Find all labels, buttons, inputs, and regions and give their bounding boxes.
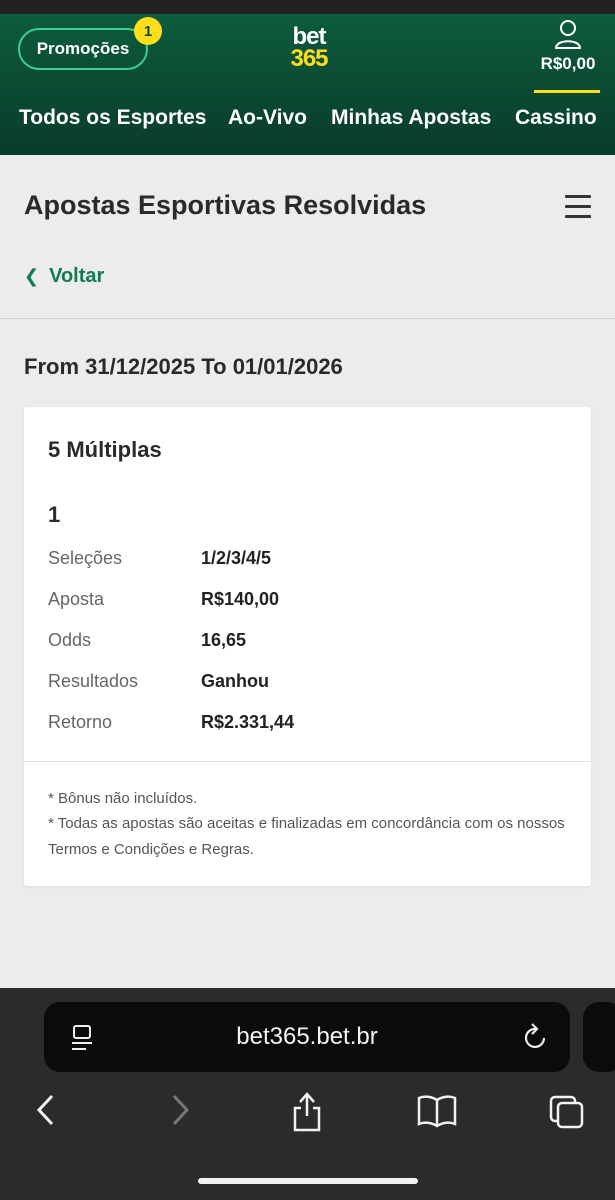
bookmarks-icon[interactable] [416, 1090, 458, 1130]
nav-item-cassino[interactable]: Cassino [515, 106, 597, 130]
home-indicator [198, 1178, 418, 1184]
bet-row-retorno: Retorno R$2.331,44 [48, 712, 568, 736]
page-title: Apostas Esportivas Resolvidas [24, 190, 427, 220]
terms-note: * Todas as apostas são aceitas e finaliz… [48, 815, 565, 858]
chevron-left-icon: ❮ [24, 266, 40, 286]
nav-item-minhas-apostas[interactable]: Minhas Apostas [331, 106, 491, 130]
bonus-note: * Bônus não incluídos. [48, 790, 198, 807]
back-link[interactable]: ❮ Voltar [24, 265, 104, 288]
url-text: bet365.bet.br [236, 1023, 378, 1050]
back-arrow-icon[interactable] [34, 1090, 58, 1130]
bet-row-aposta: Aposta R$140,00 [48, 589, 568, 613]
row-value: R$2.331,44 [201, 712, 295, 732]
nav-item-ao-vivo[interactable]: Ao-Vivo [228, 106, 307, 130]
share-icon[interactable] [290, 1090, 324, 1134]
row-label: Retorno [48, 712, 113, 732]
row-value: 16,65 [201, 630, 247, 650]
account-button[interactable]: R$0,00 [530, 18, 606, 74]
bet-row-resultados: Resultados Ganhou [48, 671, 568, 695]
tabs-icon[interactable] [548, 1090, 586, 1130]
reload-icon[interactable] [522, 1022, 550, 1052]
account-balance: R$0,00 [540, 54, 596, 73]
promotions-button[interactable]: Promoções [18, 28, 148, 70]
row-value: 1/2/3/4/5 [201, 548, 272, 568]
promotions-label: Promoções [36, 39, 130, 58]
person-icon [554, 20, 582, 49]
card-divider [24, 761, 591, 762]
bet-number: 1 [48, 502, 61, 527]
forward-arrow-icon[interactable] [168, 1090, 192, 1130]
promotions-count-badge: 1 [134, 17, 162, 45]
row-value: Ganhou [201, 671, 269, 691]
date-range: From 31/12/2025 To 01/01/2026 [24, 354, 343, 379]
bet365-logo[interactable]: bet 365 [283, 25, 335, 72]
balance-underline [534, 90, 600, 93]
section-divider [0, 318, 615, 319]
row-label: Seleções [48, 548, 123, 568]
address-bar[interactable]: bet365.bet.br [44, 1002, 570, 1072]
row-label: Resultados [48, 671, 139, 691]
nav-item-todos-os-esportes[interactable]: Todos os Esportes [19, 106, 206, 130]
hamburger-menu-icon[interactable] [565, 195, 593, 221]
bet-type: 5 Múltiplas [48, 437, 162, 462]
status-bar [0, 0, 615, 14]
browser-chrome: bet365.bet.br [0, 988, 615, 1200]
back-link-label: Voltar [49, 265, 105, 287]
bet-row-odds: Odds 16,65 [48, 630, 568, 654]
logo-text-365: 365 [290, 45, 328, 72]
bet-card: 5 Múltiplas 1 Seleções 1/2/3/4/5 Aposta … [24, 407, 591, 886]
bet-row-selecoes: Seleções 1/2/3/4/5 [48, 548, 568, 572]
row-label: Odds [48, 630, 92, 650]
sports-nav: Todos os Esportes Ao-Vivo Minhas Apostas… [0, 106, 615, 136]
row-value: R$140,00 [201, 589, 280, 609]
row-label: Aposta [48, 589, 105, 609]
next-tab-peek[interactable] [583, 1002, 615, 1072]
site-header: Promoções 1 bet 365 R$0,00 Todos os Espo… [0, 14, 615, 155]
